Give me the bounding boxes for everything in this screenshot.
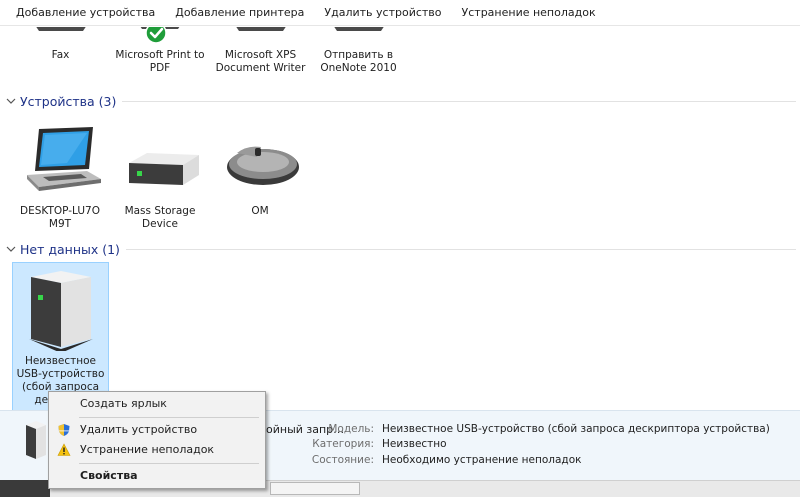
menu-item-troubleshoot[interactable]: Устранение неполадок: [49, 440, 265, 460]
group-header-devices[interactable]: Устройства (3): [6, 92, 796, 110]
context-menu: Создать ярлык Удалить устройство Устране…: [48, 391, 266, 489]
device-label: OM: [251, 205, 269, 217]
menu-item-label: Устранение неполадок: [80, 443, 215, 456]
device-label: Mass Storage Device: [124, 205, 196, 230]
printer-icon: [235, 27, 286, 31]
fax-icon: [35, 27, 86, 31]
details-key: Категория:: [312, 438, 374, 450]
uac-shield-icon: [58, 424, 70, 436]
usb-device-icon: [26, 421, 46, 459]
menu-item-properties[interactable]: Свойства: [49, 466, 265, 486]
details-value: Необходимо устранение неполадок: [382, 454, 582, 466]
menu-item-label: Удалить устройство: [80, 423, 198, 436]
mouse-icon: [227, 146, 299, 185]
group-title: Нет данных (1): [20, 241, 120, 257]
menu-item-label: Создать ярлык: [80, 397, 167, 410]
group-divider: [122, 100, 796, 102]
device-item-mouse[interactable]: OM: [210, 123, 310, 218]
devices-view[interactable]: Fax Microsoft Print to PDF Microsoft XPS…: [0, 27, 800, 410]
details-value: Неизвестно: [382, 438, 447, 450]
printer-label: Microsoft Print to PDF: [115, 49, 205, 74]
warning-icon: [57, 443, 71, 456]
device-item-mass-storage[interactable]: Mass Storage Device: [110, 123, 210, 231]
menu-separator: [79, 463, 259, 464]
group-divider: [125, 248, 796, 250]
printer-item-xps-writer[interactable]: Microsoft XPS Document Writer: [212, 27, 309, 75]
device-label: DESKTOP-LU7O M9T: [20, 205, 100, 230]
add-device-button[interactable]: Добавление устройства: [6, 2, 165, 24]
printer-label: Отправить в OneNote 2010: [320, 49, 397, 74]
details-row-model: Модель: Неизвестное USB-устройство (сбой …: [278, 423, 798, 435]
background-taskbar-fragment: [0, 480, 50, 497]
printer-icon: [333, 27, 384, 31]
group-header-no-data[interactable]: Нет данных (1): [6, 240, 796, 258]
menu-separator: [79, 417, 259, 418]
menu-item-remove-device[interactable]: Удалить устройство: [49, 420, 265, 440]
details-row-category: Категория: Неизвестно: [278, 438, 798, 450]
printer-label: Fax: [51, 49, 70, 61]
details-row-status: Состояние: Необходимо устранение неполадо…: [278, 454, 798, 466]
chevron-down-icon: [6, 246, 16, 252]
details-key: Состояние:: [311, 454, 374, 466]
default-printer-check-icon: [145, 27, 167, 44]
troubleshoot-button[interactable]: Устранение неполадок: [452, 2, 606, 24]
group-title: Устройства (3): [20, 93, 117, 109]
printer-icon: [140, 27, 180, 44]
menu-item-create-shortcut[interactable]: Создать ярлык: [49, 394, 265, 414]
details-value: Неизвестное USB-устройство (сбой запроса…: [382, 423, 770, 435]
remove-device-button[interactable]: Удалить устройство: [314, 2, 451, 24]
chevron-down-icon: [6, 98, 16, 104]
mass-storage-icon: [129, 153, 199, 185]
printer-label: Microsoft XPS Document Writer: [215, 49, 306, 74]
add-printer-button[interactable]: Добавление принтера: [165, 2, 314, 24]
printer-item-print-to-pdf[interactable]: Microsoft Print to PDF: [110, 27, 210, 75]
printer-item-fax[interactable]: Fax: [12, 27, 109, 62]
device-item-unknown-usb[interactable]: Неизвестное USB-устройство (сбой запроса…: [12, 262, 109, 410]
printer-item-onenote[interactable]: Отправить в OneNote 2010: [310, 27, 407, 75]
command-bar: Добавление устройства Добавление принтер…: [0, 0, 800, 26]
background-window-tab: [270, 482, 360, 495]
laptop-icon: [27, 127, 101, 191]
details-key: Модель:: [328, 423, 374, 435]
menu-item-label: Свойства: [80, 469, 138, 482]
device-item-laptop[interactable]: DESKTOP-LU7O M9T: [10, 123, 110, 231]
usb-device-icon: [29, 271, 93, 353]
